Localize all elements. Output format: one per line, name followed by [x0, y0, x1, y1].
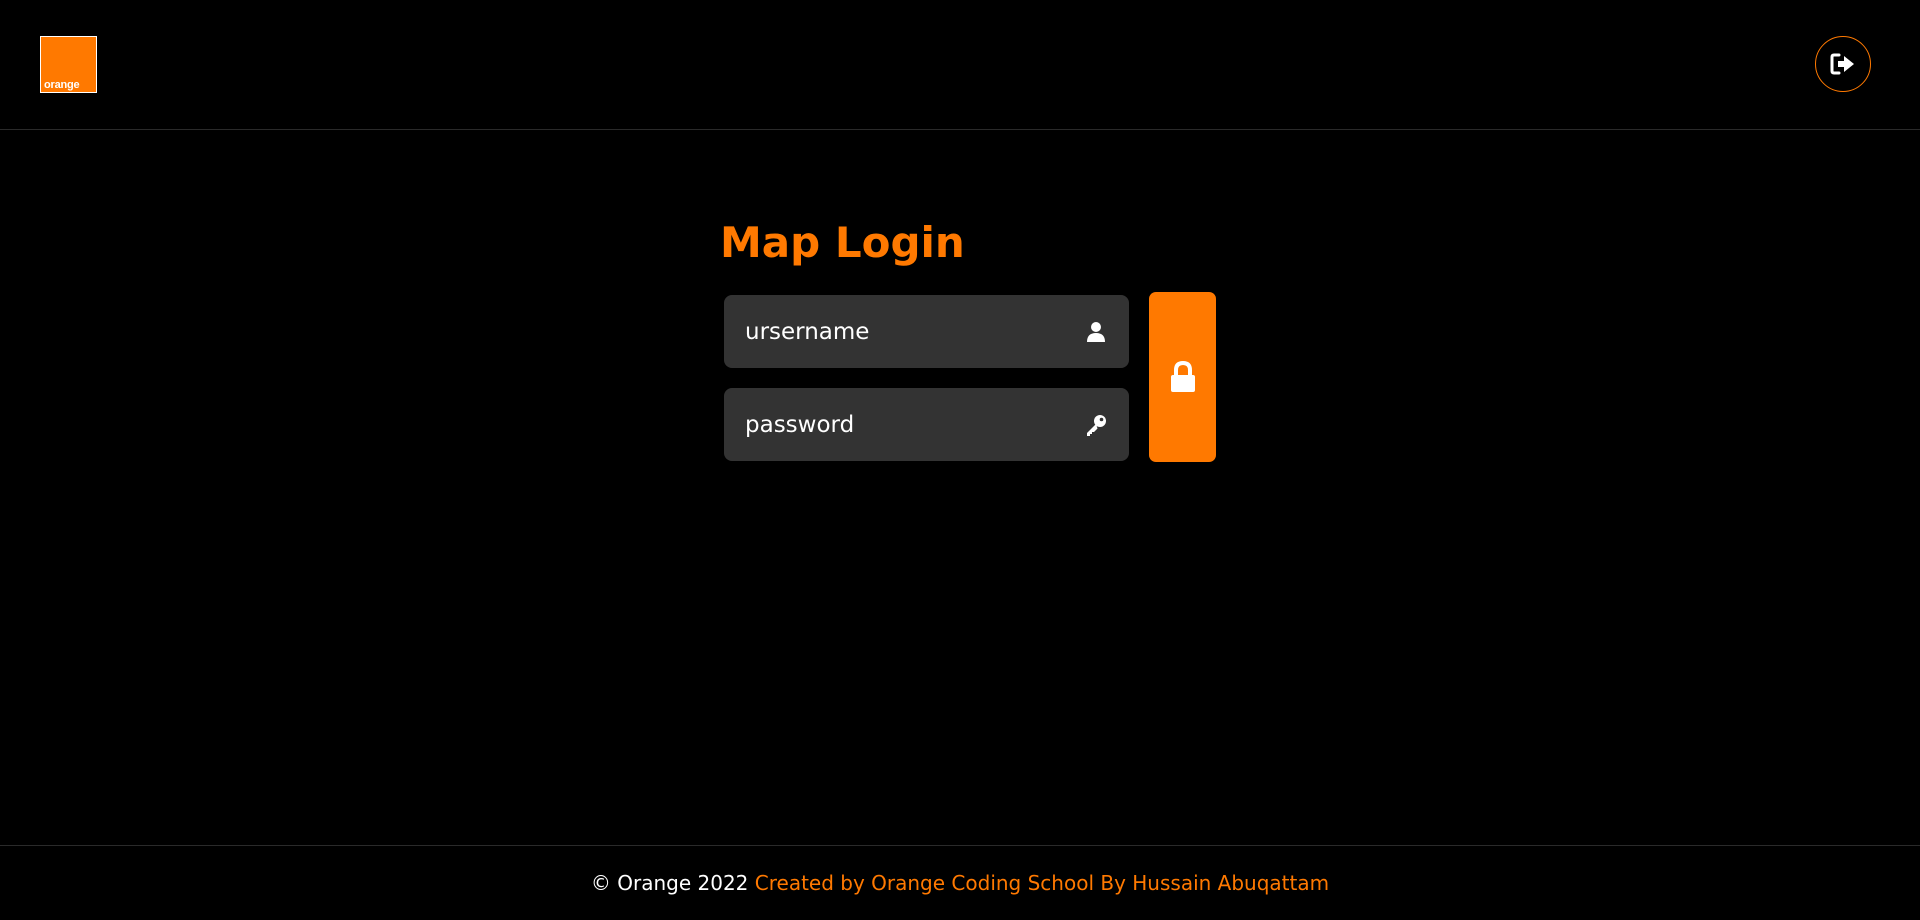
username-input[interactable]	[745, 318, 1083, 345]
password-field[interactable]	[724, 388, 1129, 461]
lock-icon	[1170, 361, 1195, 392]
site-footer: © Orange 2022 Created by Orange Coding S…	[0, 845, 1920, 920]
key-icon	[1083, 412, 1109, 438]
orange-logo[interactable]: orange	[40, 36, 97, 93]
logout-button[interactable]	[1815, 36, 1871, 92]
user-icon	[1083, 319, 1109, 345]
login-title: Map Login	[720, 218, 965, 267]
username-field[interactable]	[724, 295, 1129, 368]
footer-credit: Created by Orange Coding School By Hussa…	[754, 871, 1330, 895]
sign-out-icon	[1830, 53, 1854, 75]
login-submit-button[interactable]	[1149, 292, 1216, 462]
logo-text: orange	[44, 79, 80, 91]
password-input[interactable]	[745, 411, 1083, 438]
footer-copyright: © Orange 2022	[590, 871, 755, 895]
site-header: orange	[0, 0, 1920, 130]
